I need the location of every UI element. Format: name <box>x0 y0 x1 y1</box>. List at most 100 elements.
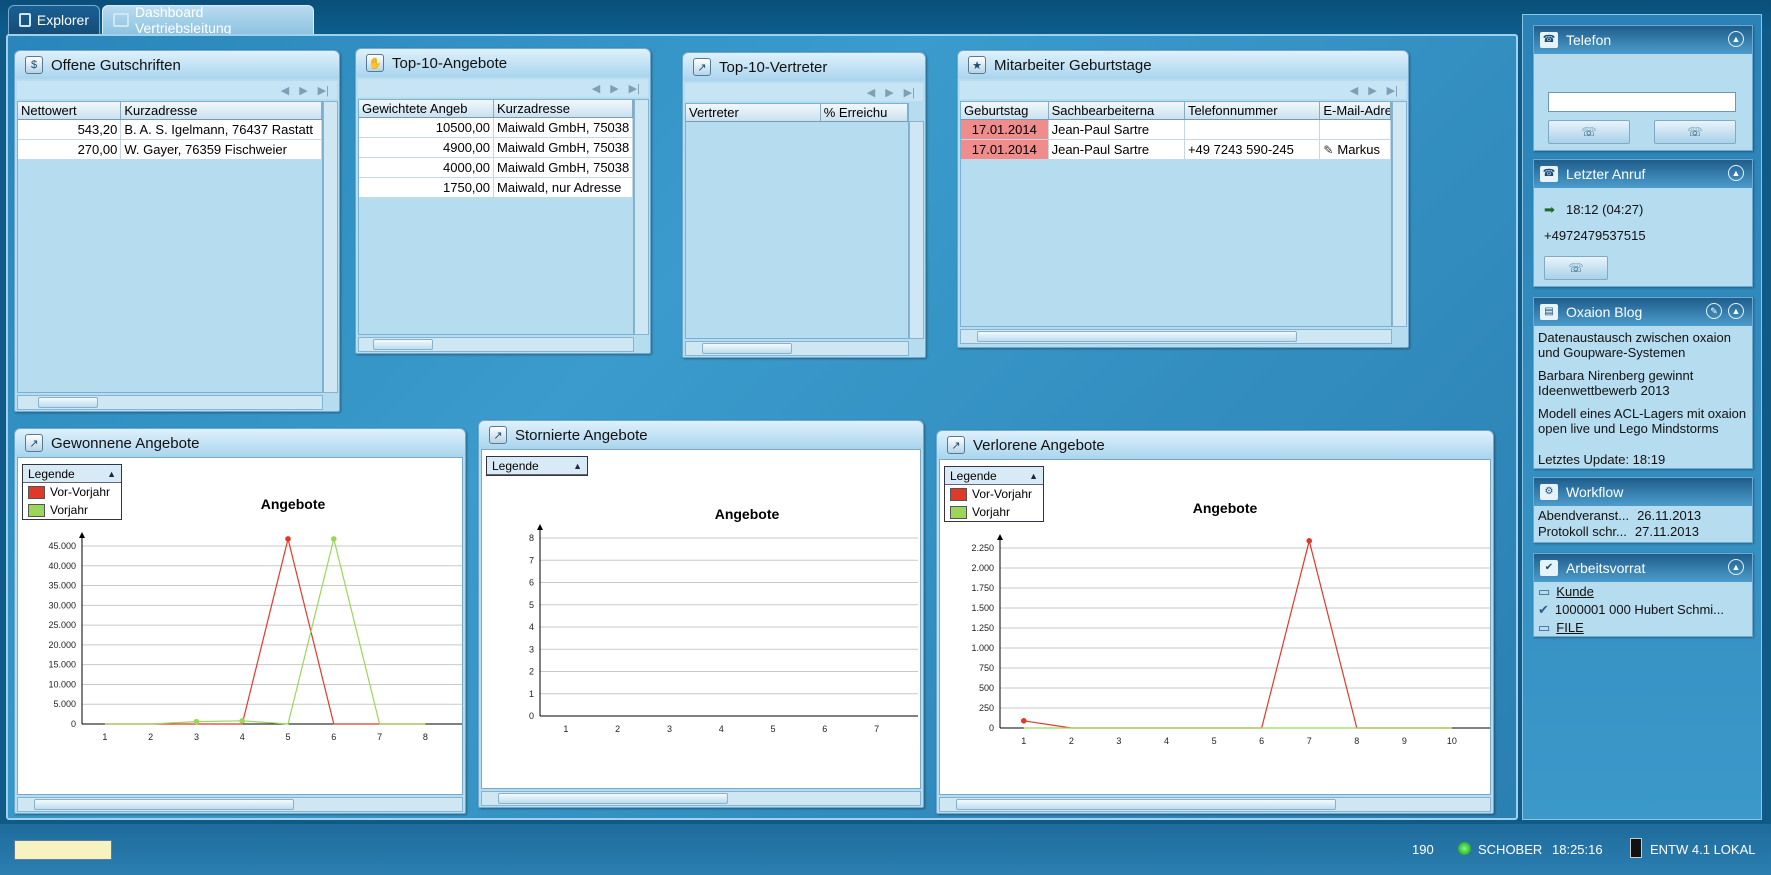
blog-entry[interactable]: Barbara Nirenberg gewinnt Ideenwettbewer… <box>1538 368 1750 398</box>
handshake-icon: ✋ <box>366 54 384 72</box>
callback-button[interactable]: ☏ <box>1544 256 1608 280</box>
grid-navigation: ◀ ▶ ▶| <box>358 79 648 97</box>
edit-icon[interactable]: ✎ <box>1323 140 1333 159</box>
horizontal-scrollbar[interactable] <box>960 329 1392 344</box>
blog-entry[interactable]: Modell eines ACL-Lagers mit oxaion open … <box>1538 406 1750 436</box>
chart-title: Angebote <box>714 506 780 522</box>
column-header-nettowert[interactable]: Nettowert <box>18 102 122 119</box>
credit-note-icon: $ <box>25 56 43 74</box>
table-row[interactable]: 10500,00 Maiwald GmbH, 75038 <box>359 118 633 138</box>
phone-icon: ☎ <box>1540 32 1558 48</box>
column-header-geburtstag[interactable]: Geburtstag <box>961 102 1049 119</box>
column-header-erreichung[interactable]: % Erreichu <box>821 104 908 121</box>
horizontal-scrollbar[interactable] <box>939 797 1491 812</box>
next-page-icon[interactable]: ▶ <box>1368 84 1376 97</box>
panel-title: Offene Gutschriften <box>51 56 181 74</box>
column-header-sachbearbeiter[interactable]: Sachbearbeiterna <box>1049 102 1185 119</box>
previous-page-icon[interactable]: ◀ <box>1350 84 1358 97</box>
x-tick-label: 6 <box>1259 736 1264 746</box>
cell-betrag: 4000,00 <box>359 158 495 177</box>
sidebar-panel-workflow: ⚙ Workflow Abendveranst... 26.11.2013 Pr… <box>1533 477 1753 543</box>
dashboard-icon <box>113 13 129 27</box>
vertical-scrollbar[interactable] <box>909 121 924 339</box>
last-page-icon[interactable]: ▶| <box>1387 84 1398 97</box>
legend-header[interactable]: Legende ▲ <box>487 457 587 475</box>
vertical-scrollbar[interactable] <box>634 99 649 335</box>
legend-item: Vorjahr <box>945 503 1043 521</box>
last-page-icon[interactable]: ▶| <box>629 82 640 95</box>
collapse-icon[interactable]: ▲ <box>1728 165 1744 181</box>
collapse-icon[interactable]: ▲ <box>1728 559 1744 575</box>
horizontal-scrollbar[interactable] <box>685 341 909 356</box>
workflow-item[interactable]: Protokoll schr... 27.11.2013 <box>1538 524 1750 539</box>
panel-header: ↗ Stornierte Angebote <box>479 421 923 449</box>
legend: Legende ▲ Vor-Vorjahr Vorjahr <box>944 466 1044 522</box>
table-row[interactable]: 4000,00 Maiwald GmbH, 75038 <box>359 158 633 178</box>
tab-dashboard-label: Dashboard Vertriebsleitung <box>134 4 232 36</box>
tab-dashboard-vertriebsleitung[interactable]: Dashboard Vertriebsleitung <box>102 4 314 36</box>
legend-header[interactable]: Legende ▲ <box>945 467 1043 485</box>
table-row[interactable]: 17.01.2014 Jean-Paul Sartre +49 7243 590… <box>961 140 1391 160</box>
previous-page-icon[interactable]: ◀ <box>867 86 875 99</box>
chart-title: Angebote <box>1192 500 1258 516</box>
next-page-icon[interactable]: ▶ <box>610 82 618 95</box>
x-tick-label: 1 <box>102 732 107 742</box>
x-tick-label: 5 <box>1212 736 1217 746</box>
collapse-icon[interactable]: ▲ <box>1728 31 1744 47</box>
next-page-icon[interactable]: ▶ <box>299 84 307 97</box>
last-page-icon[interactable]: ▶| <box>904 86 915 99</box>
horizontal-scrollbar[interactable] <box>481 791 921 806</box>
table-row[interactable]: 270,00 W. Gayer, 76359 Fischweier <box>18 140 322 160</box>
legend-item: Vor-Vorjahr <box>23 483 121 501</box>
worklist-item[interactable]: ✔ 1000001 000 Hubert Schmi... <box>1538 602 1724 618</box>
previous-page-icon[interactable]: ◀ <box>592 82 600 95</box>
y-tick-label: 7 <box>529 555 534 565</box>
cell-kurzadresse: B. A. S. Igelmann, 76437 Rastatt <box>121 120 322 139</box>
workflow-item-date: 26.11.2013 <box>1637 508 1702 523</box>
edit-icon[interactable]: ✎ <box>1706 303 1722 319</box>
command-input[interactable] <box>14 840 112 860</box>
horizontal-scrollbar[interactable] <box>17 395 323 410</box>
panel-title: Top-10-Angebote <box>392 54 508 72</box>
next-page-icon[interactable]: ▶ <box>885 86 893 99</box>
workflow-item[interactable]: Abendveranst... 26.11.2013 <box>1538 508 1750 523</box>
sidebar-panel-header: ▤ Oxaion Blog ✎ ▲ <box>1534 298 1752 326</box>
sidebar-panel-letzter-anruf: ☎ Letzter Anruf ▲ ➡ 18:12 (04:27) +49724… <box>1533 159 1753 287</box>
legend-header[interactable]: Legende ▲ <box>23 465 121 483</box>
previous-page-icon[interactable]: ◀ <box>281 84 289 97</box>
table-row[interactable]: 17.01.2014 Jean-Paul Sartre <box>961 120 1391 140</box>
x-tick-label: 2 <box>148 732 153 742</box>
table-row[interactable]: 1750,00 Maiwald, nur Adresse <box>359 178 633 198</box>
grid-header: Gewichtete Angeb Kurzadresse <box>359 100 633 118</box>
vertical-scrollbar[interactable] <box>323 101 338 393</box>
legend-item: Vor-Vorjahr <box>945 485 1043 503</box>
collapse-icon[interactable]: ▲ <box>1728 303 1744 319</box>
column-header-kurzadresse[interactable]: Kurzadresse <box>121 102 322 119</box>
horizontal-scrollbar[interactable] <box>17 797 463 812</box>
horizontal-scrollbar[interactable] <box>358 337 634 352</box>
x-tick-label: 7 <box>874 724 879 734</box>
worklist-item[interactable]: ▭ Kunde <box>1538 584 1594 600</box>
column-header-email[interactable]: E-Mail-Adre <box>1320 102 1391 119</box>
y-tick-label: 45.000 <box>48 541 76 551</box>
column-header-vertreter[interactable]: Vertreter <box>686 104 821 121</box>
vertical-scrollbar[interactable] <box>1392 101 1407 327</box>
hangup-button[interactable]: ☏ <box>1654 120 1736 144</box>
table-row[interactable]: 4900,00 Maiwald GmbH, 75038 <box>359 138 633 158</box>
column-header-telefonnummer[interactable]: Telefonnummer <box>1185 102 1321 119</box>
dial-button[interactable]: ☏ <box>1548 120 1630 144</box>
column-header-kurzadresse[interactable]: Kurzadresse <box>494 100 633 117</box>
phone-number-input[interactable] <box>1548 92 1736 112</box>
tab-explorer[interactable]: Explorer <box>8 5 100 35</box>
table-row[interactable]: 543,20 B. A. S. Igelmann, 76437 Rastatt <box>18 120 322 140</box>
star-icon: ★ <box>968 56 986 74</box>
worklist-item[interactable]: ▭ FILE <box>1538 620 1584 636</box>
panel-title: Verlorene Angebote <box>973 436 1105 454</box>
panel-gewonnene-angebote: ↗ Gewonnene Angebote 0 5.000 10.000 15.000 2… <box>14 428 466 814</box>
blog-entry[interactable]: Datenaustausch zwischen oxaion und Goupw… <box>1538 330 1750 360</box>
cell-betrag: 4900,00 <box>359 138 495 157</box>
cell-telefonnummer: +49 7243 590-245 <box>1185 140 1321 159</box>
y-tick-label: 8 <box>529 533 534 543</box>
column-header-gewichtete-angebote[interactable]: Gewichtete Angeb <box>359 100 495 117</box>
last-page-icon[interactable]: ▶| <box>318 84 329 97</box>
